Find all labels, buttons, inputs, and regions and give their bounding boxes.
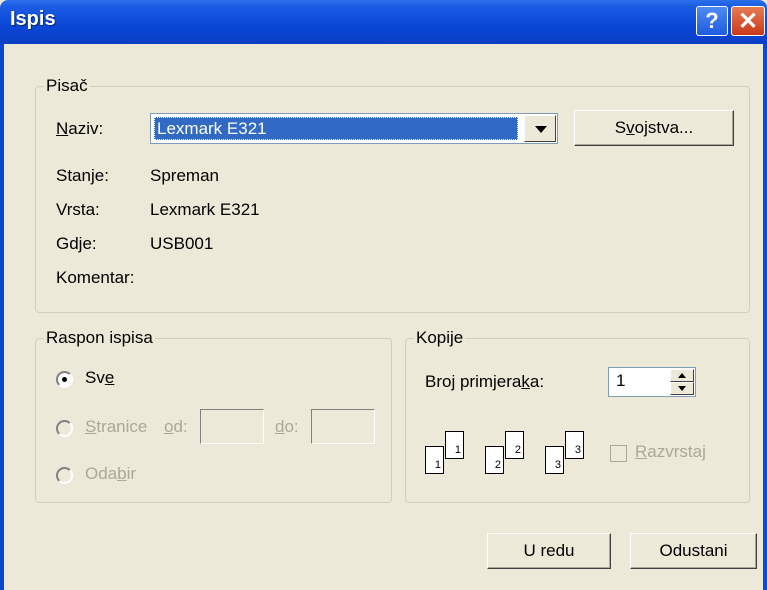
where-value: USB001 xyxy=(150,234,214,253)
comment-label: Komentar: xyxy=(56,268,135,287)
title-bar[interactable]: Ispis ? ✕ xyxy=(0,0,767,44)
all-radio[interactable] xyxy=(56,371,73,388)
close-icon[interactable]: ✕ xyxy=(731,6,765,36)
pages-label: Stranice xyxy=(85,417,148,436)
window-frame-left xyxy=(0,44,4,590)
print-range-legend: Raspon ispisa xyxy=(44,328,155,348)
copies-count-spinner[interactable]: 1 xyxy=(608,367,696,397)
collate-page: 2 xyxy=(485,446,504,474)
printer-legend: Pisač xyxy=(44,76,90,96)
collate-page: 3 xyxy=(545,446,564,474)
all-label: Sve xyxy=(85,368,115,387)
collate-page: 2 xyxy=(505,431,524,459)
spin-up-icon[interactable] xyxy=(670,369,694,382)
collate-page: 1 xyxy=(445,431,464,459)
properties-button-label: Svojstva... xyxy=(614,118,694,137)
properties-button[interactable]: Svojstva... xyxy=(574,110,734,146)
help-icon[interactable]: ? xyxy=(696,6,728,36)
printer-name-value: Lexmark E321 xyxy=(154,117,518,140)
window-frame-right xyxy=(763,44,767,590)
to-label: do: xyxy=(275,417,299,436)
copies-count-value: 1 xyxy=(616,371,626,390)
ok-button[interactable]: U redu xyxy=(487,533,611,569)
pages-radio[interactable] xyxy=(56,420,73,437)
collate-label: Razvrstaj xyxy=(635,442,706,461)
copies-legend: Kopije xyxy=(414,328,466,348)
status-label: Stanje: xyxy=(56,166,109,185)
from-label: od: xyxy=(164,417,188,436)
to-input[interactable] xyxy=(311,409,375,444)
status-value: Spreman xyxy=(150,166,219,185)
copies-count-label: Broj primjeraka: xyxy=(425,372,545,391)
printer-name-combo[interactable]: Lexmark E321 xyxy=(150,113,558,144)
printer-name-label: Naziv: xyxy=(56,119,104,138)
chevron-down-icon[interactable] xyxy=(524,115,556,142)
window-title: Ispis xyxy=(10,8,56,30)
collate-page: 1 xyxy=(425,446,444,474)
spin-down-icon[interactable] xyxy=(670,382,694,395)
copies-group: Kopije xyxy=(405,328,750,503)
where-label: Gdje: xyxy=(56,234,97,253)
print-dialog: Ispis ? ✕ Pisač Naziv: Lexmark E321 Svoj… xyxy=(0,0,767,590)
type-value: Lexmark E321 xyxy=(150,200,260,219)
cancel-button[interactable]: Odustani xyxy=(630,533,757,569)
collate-page: 3 xyxy=(565,431,584,459)
from-input[interactable] xyxy=(200,409,264,444)
collate-checkbox[interactable] xyxy=(610,445,627,462)
selection-label: Odabir xyxy=(85,464,137,483)
type-label: Vrsta: xyxy=(56,200,100,219)
selection-radio[interactable] xyxy=(56,467,73,484)
